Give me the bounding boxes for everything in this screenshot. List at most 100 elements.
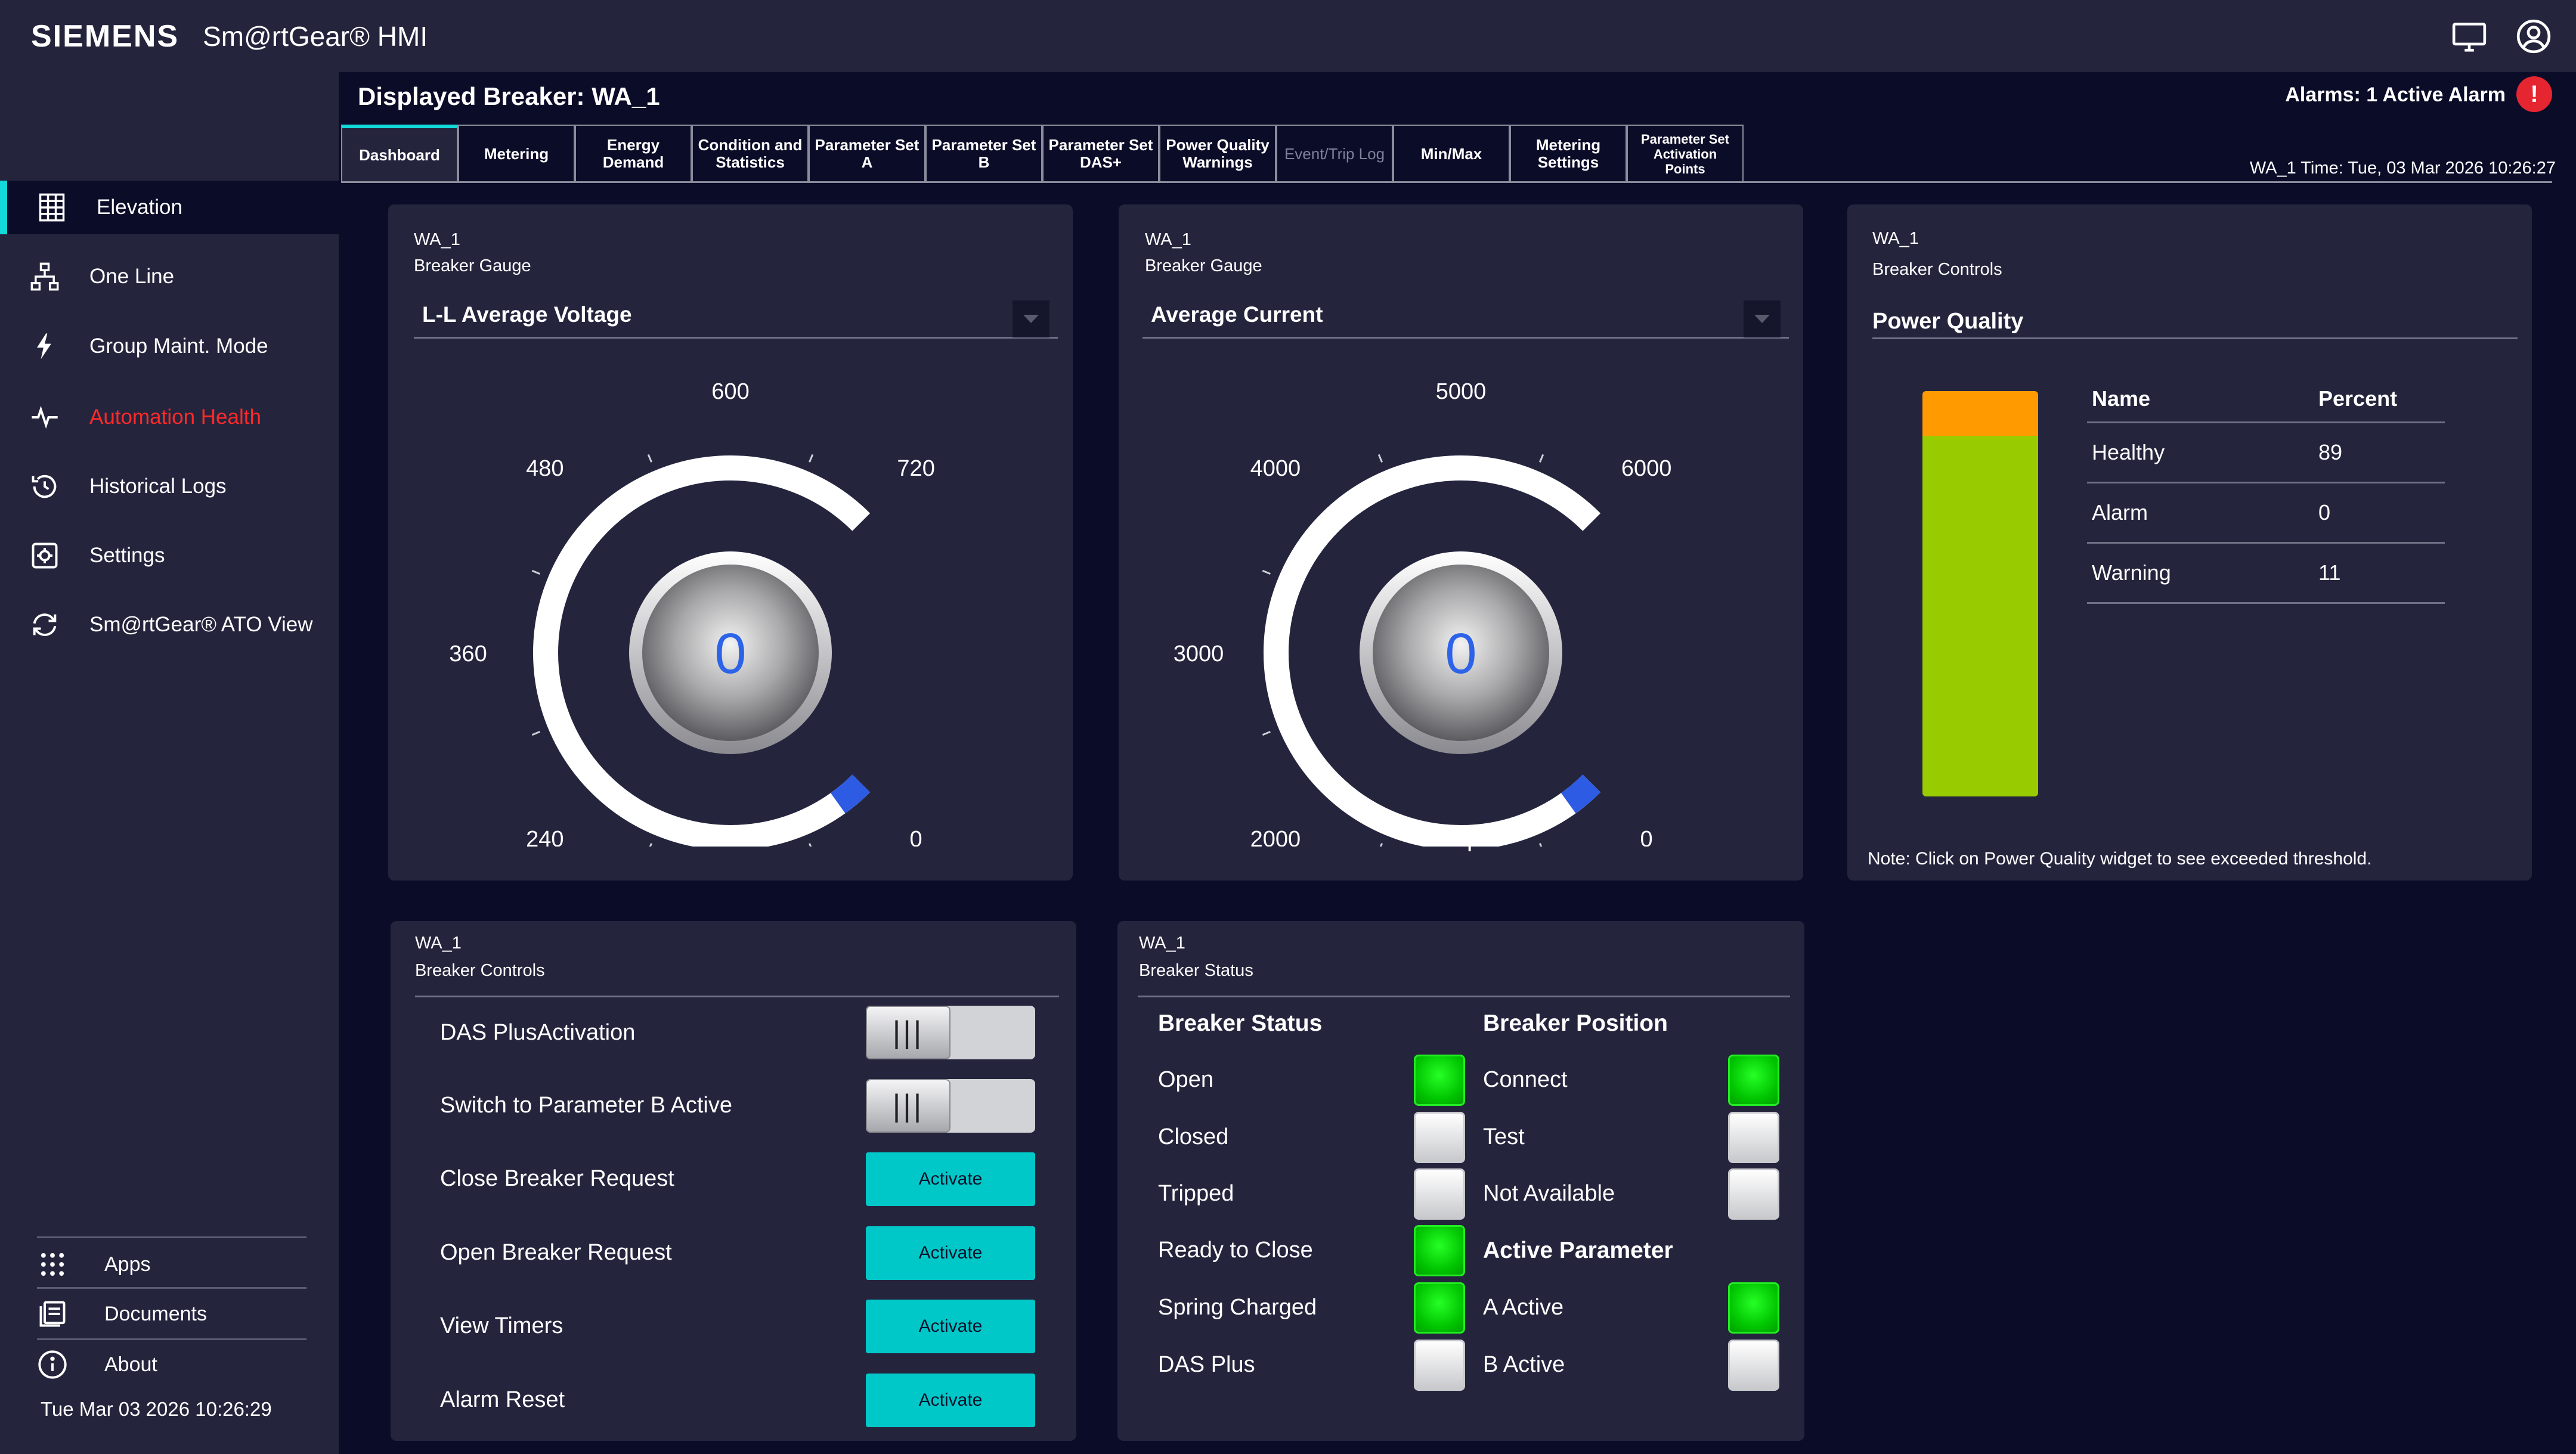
panel-subtitle: Breaker Status bbox=[1139, 961, 1253, 980]
power-quality-segment-warning bbox=[1922, 391, 2038, 436]
sidebar-item-historical-logs[interactable]: Historical Logs bbox=[0, 460, 339, 513]
sidebar-item-one-line[interactable]: One Line bbox=[0, 250, 339, 303]
panel-breaker-name: WA_1 bbox=[1872, 229, 1919, 248]
voltage-gauge-minor-tick bbox=[531, 569, 540, 575]
app-title: Sm@rtGear® HMI bbox=[203, 20, 428, 52]
documents-icon bbox=[0, 1298, 104, 1329]
tab-parameter-set-activation-points[interactable]: Parameter Set Activation Points bbox=[1627, 125, 1744, 182]
sidebar-item-ato-view[interactable]: Sm@rtGear® ATO View bbox=[0, 598, 339, 652]
close-breaker-request-label: Close Breaker Request bbox=[440, 1166, 674, 1191]
open-breaker-request-label: Open Breaker Request bbox=[440, 1240, 672, 1265]
voltage-gauge-minor-tick bbox=[531, 731, 540, 736]
row-name: Healthy bbox=[2092, 440, 2165, 464]
user-account-icon[interactable] bbox=[2515, 18, 2552, 55]
current-measure-select[interactable]: Average Current bbox=[1143, 292, 1789, 339]
column-header-name: Name bbox=[2092, 386, 2151, 411]
switch-parameter-b-toggle[interactable]: ||| bbox=[866, 1079, 1035, 1133]
alarm-badge-icon[interactable]: ! bbox=[2516, 76, 2552, 112]
voltage-measure-select[interactable]: L-L Average Voltage bbox=[414, 292, 1058, 339]
power-quality-title: Power Quality bbox=[1872, 309, 2024, 334]
open-breaker-activate-button[interactable]: Activate bbox=[866, 1226, 1035, 1280]
status-divider bbox=[1138, 996, 1790, 997]
sidebar-item-automation-health[interactable]: Automation Health bbox=[0, 390, 339, 444]
status-open-label: Open bbox=[1158, 1067, 1213, 1092]
sidebar-item-settings[interactable]: Settings bbox=[0, 529, 339, 582]
voltage-gauge-tick-label: 0 bbox=[910, 827, 922, 847]
sidebar-item-elevation[interactable]: Elevation bbox=[0, 181, 339, 234]
voltage-measure-value: L-L Average Voltage bbox=[422, 302, 632, 327]
displayed-breaker-title: Displayed Breaker: WA_1 bbox=[358, 82, 660, 110]
row-percent: 0 bbox=[2318, 500, 2331, 525]
voltage-gauge-value: 0 bbox=[714, 622, 746, 686]
sidebar-item-group-maint-mode[interactable]: Group Maint. Mode bbox=[0, 320, 339, 373]
current-gauge-dial: 0100020003000400050006000 0 bbox=[1174, 379, 1671, 847]
sidebar-item-label: Apps bbox=[104, 1253, 151, 1276]
info-icon bbox=[0, 1349, 104, 1380]
sidebar-item-label: Settings bbox=[89, 544, 165, 567]
alarm-reset-activate-button[interactable]: Activate bbox=[866, 1374, 1035, 1427]
panel-subtitle: Breaker Gauge bbox=[1145, 256, 1262, 275]
current-gauge-tick-label: 0 bbox=[1640, 827, 1653, 847]
tab-parameter-set-das[interactable]: Parameter Set DAS+ bbox=[1042, 125, 1159, 182]
view-timers-activate-button[interactable]: Activate bbox=[866, 1300, 1035, 1353]
breaker-position-heading: Breaker Position bbox=[1483, 1010, 1668, 1036]
voltage-gauge-tick-label: 240 bbox=[526, 827, 564, 847]
status-closed-indicator bbox=[1414, 1112, 1465, 1163]
voltage-gauge-tick-label: 480 bbox=[526, 456, 564, 481]
tab-metering-settings[interactable]: Metering Settings bbox=[1510, 125, 1627, 182]
sidebar-item-label: One Line bbox=[89, 265, 175, 288]
settings-icon bbox=[0, 540, 89, 571]
tab-energy-demand[interactable]: Energy Demand bbox=[575, 125, 692, 182]
panel-subtitle: Breaker Controls bbox=[415, 961, 545, 980]
chevron-down-icon[interactable] bbox=[1744, 300, 1781, 337]
parameter-a-active-indicator bbox=[1728, 1282, 1779, 1334]
tab-min-max[interactable]: Min/Max bbox=[1393, 125, 1510, 182]
tab-event-trip-log: Event/Trip Log bbox=[1276, 125, 1393, 182]
power-quality-bar[interactable] bbox=[1922, 391, 2038, 796]
current-gauge-minor-tick bbox=[1377, 454, 1383, 463]
close-breaker-activate-button[interactable]: Activate bbox=[866, 1152, 1035, 1206]
panel-breaker-name: WA_1 bbox=[1139, 934, 1185, 953]
network-icon bbox=[0, 261, 89, 292]
alarm-reset-label: Alarm Reset bbox=[440, 1387, 565, 1412]
tab-parameter-set-a[interactable]: Parameter Set A bbox=[809, 125, 925, 182]
status-spring-charged-indicator bbox=[1414, 1282, 1465, 1334]
switch-parameter-b-label: Switch to Parameter B Active bbox=[440, 1093, 732, 1118]
voltage-gauge-min-marker bbox=[830, 774, 871, 814]
sidebar-divider bbox=[37, 1236, 306, 1238]
tab-condition-statistics[interactable]: Condition and Statistics bbox=[692, 125, 809, 182]
monitor-icon[interactable] bbox=[2451, 18, 2488, 55]
alarm-summary[interactable]: Alarms: 1 Active Alarm bbox=[2285, 83, 2506, 107]
tab-power-quality-warnings[interactable]: Power Quality Warnings bbox=[1159, 125, 1276, 182]
brand-logo: SIEMENS bbox=[31, 18, 179, 54]
sidebar-item-label: Automation Health bbox=[89, 405, 261, 429]
toggle-knob[interactable]: ||| bbox=[866, 1079, 950, 1133]
toggle-knob[interactable]: ||| bbox=[866, 1006, 950, 1059]
chevron-down-icon[interactable] bbox=[1013, 300, 1049, 337]
sidebar: Elevation One Line Group Maint. Mode Aut… bbox=[0, 72, 339, 1454]
sidebar-item-apps[interactable]: Apps bbox=[0, 1241, 339, 1288]
sidebar-item-about[interactable]: About bbox=[0, 1341, 339, 1388]
panel-subtitle: Breaker Controls bbox=[1872, 260, 2002, 279]
status-das-plus-indicator bbox=[1414, 1340, 1465, 1391]
tab-parameter-set-b[interactable]: Parameter Set B bbox=[925, 125, 1042, 182]
voltage-unit-label: Volts bbox=[702, 823, 759, 852]
current-gauge-tick-label: 3000 bbox=[1174, 641, 1224, 666]
breaker-status-heading: Breaker Status bbox=[1158, 1010, 1323, 1036]
sidebar-item-label: Historical Logs bbox=[89, 475, 227, 498]
tab-metering[interactable]: Metering bbox=[458, 125, 575, 182]
current-measure-value: Average Current bbox=[1151, 302, 1323, 327]
tab-dashboard[interactable]: Dashboard bbox=[341, 125, 458, 182]
voltage-gauge-dial: 0120240360480600720 0 bbox=[449, 379, 935, 847]
table-row: Alarm 0 bbox=[2087, 483, 2445, 544]
panel-breaker-name: WA_1 bbox=[414, 230, 460, 249]
panel-subtitle: Breaker Gauge bbox=[414, 256, 531, 275]
row-percent: 89 bbox=[2318, 440, 2343, 464]
status-ready-to-close-indicator bbox=[1414, 1225, 1465, 1276]
current-gauge-value: 0 bbox=[1445, 622, 1476, 686]
position-test-indicator bbox=[1728, 1112, 1779, 1163]
parameter-a-active-label: A Active bbox=[1483, 1295, 1564, 1320]
sidebar-item-documents[interactable]: Documents bbox=[0, 1290, 339, 1338]
das-plus-activation-toggle[interactable]: ||| bbox=[866, 1006, 1035, 1059]
row-name: Alarm bbox=[2092, 500, 2148, 525]
